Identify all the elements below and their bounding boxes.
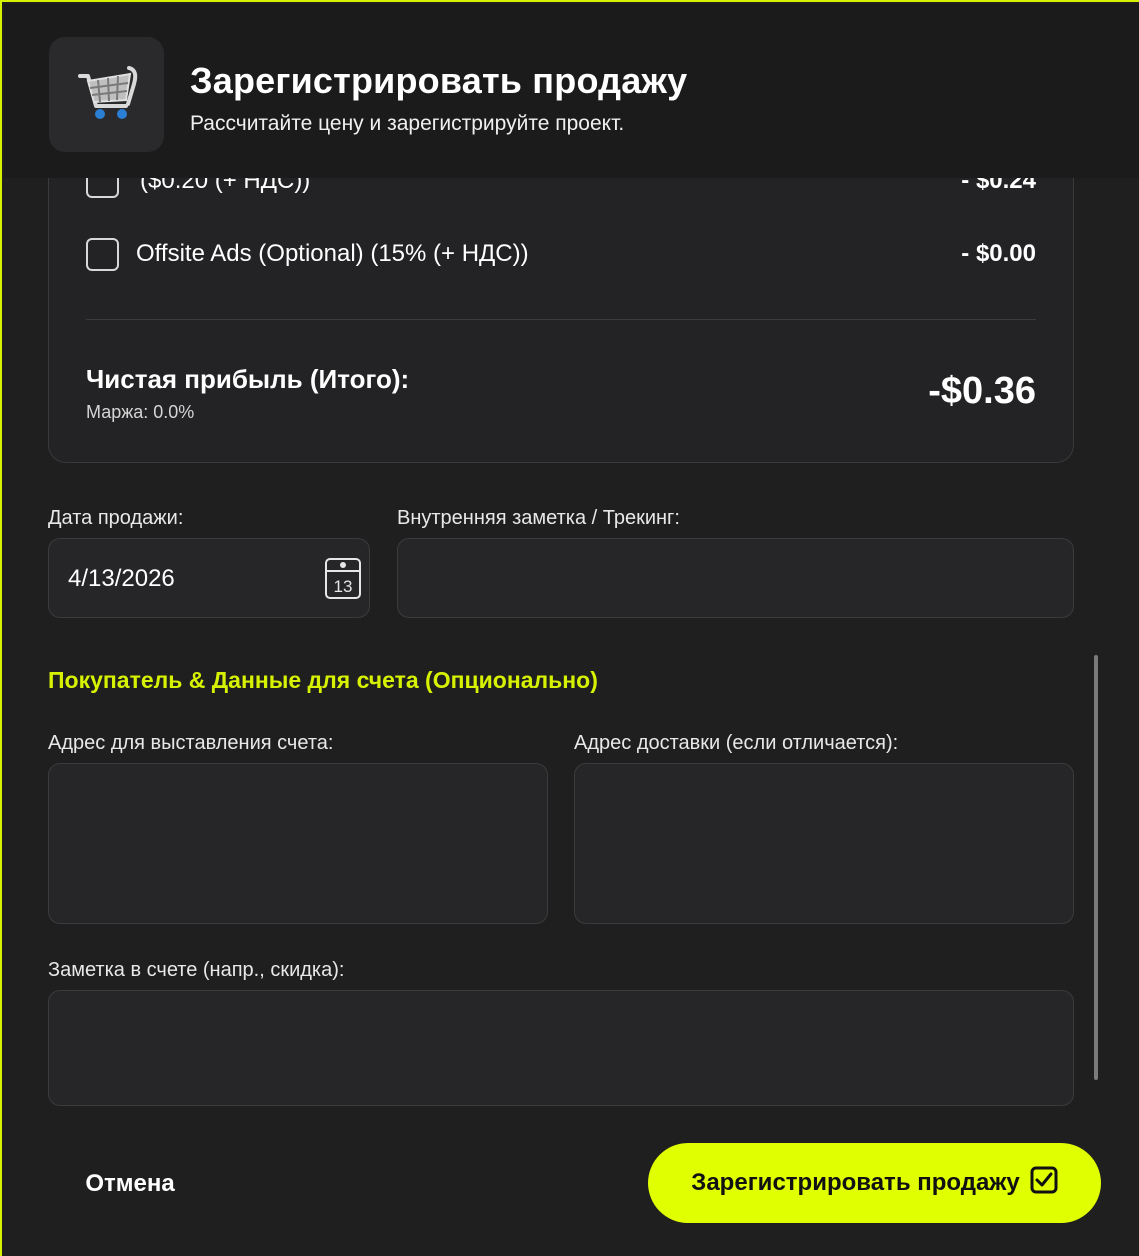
- calendar-icon[interactable]: 13: [325, 556, 361, 605]
- dialog-title: Зарегистрировать продажу: [190, 60, 688, 101]
- cancel-button[interactable]: Отмена: [60, 1152, 200, 1216]
- invoice-note-textarea[interactable]: [48, 990, 1074, 1106]
- net-profit-value: -$0.36: [928, 370, 1036, 412]
- fee-label: Offsite Ads (Optional) (15% (+ НДС)): [136, 240, 529, 267]
- internal-note-label: Внутренняя заметка / Трекинг:: [397, 507, 680, 529]
- register-sale-button-label: Зарегистрировать продажу: [691, 1169, 1020, 1196]
- net-profit-label: Чистая прибыль (Итого):: [86, 364, 410, 394]
- sale-date-value: 4/13/2026: [68, 565, 175, 592]
- dialog-subtitle: Рассчитайте цену и зарегистрируйте проек…: [190, 112, 625, 135]
- internal-note-input[interactable]: [397, 538, 1074, 618]
- shopping-cart-icon: [49, 37, 164, 152]
- billing-address-textarea[interactable]: [48, 763, 548, 924]
- margin-label: Маржа: 0.0%: [86, 402, 195, 422]
- buyer-section-title: Покупатель & Данные для счета (Опциональ…: [48, 667, 598, 693]
- billing-address-label: Адрес для выставления счета:: [48, 732, 334, 754]
- sale-date-label: Дата продажи:: [48, 507, 184, 529]
- offsite-ads-checkbox[interactable]: [86, 237, 119, 271]
- calendar-day: 13: [334, 577, 353, 596]
- scrollbar[interactable]: [1094, 655, 1098, 1080]
- fee-row-offsite-ads: Offsite Ads (Optional) (15% (+ НДС)) - $…: [86, 236, 1036, 272]
- checkbox-checked-icon: [1030, 1166, 1058, 1201]
- sale-date-input[interactable]: 4/13/2026 13: [48, 538, 370, 618]
- dialog-header: Зарегистрировать продажу Рассчитайте цен…: [4, 4, 1139, 178]
- divider: [86, 319, 1036, 320]
- invoice-note-label: Заметка в счете (напр., скидка):: [48, 959, 345, 981]
- shipping-address-textarea[interactable]: [574, 763, 1074, 924]
- register-sale-dialog: Зарегистрировать продажу Рассчитайте цен…: [0, 0, 1139, 1256]
- fee-amount: - $0.00: [961, 240, 1036, 267]
- register-sale-button[interactable]: Зарегистрировать продажу: [648, 1143, 1101, 1223]
- shipping-address-label: Адрес доставки (если отличается):: [574, 732, 899, 754]
